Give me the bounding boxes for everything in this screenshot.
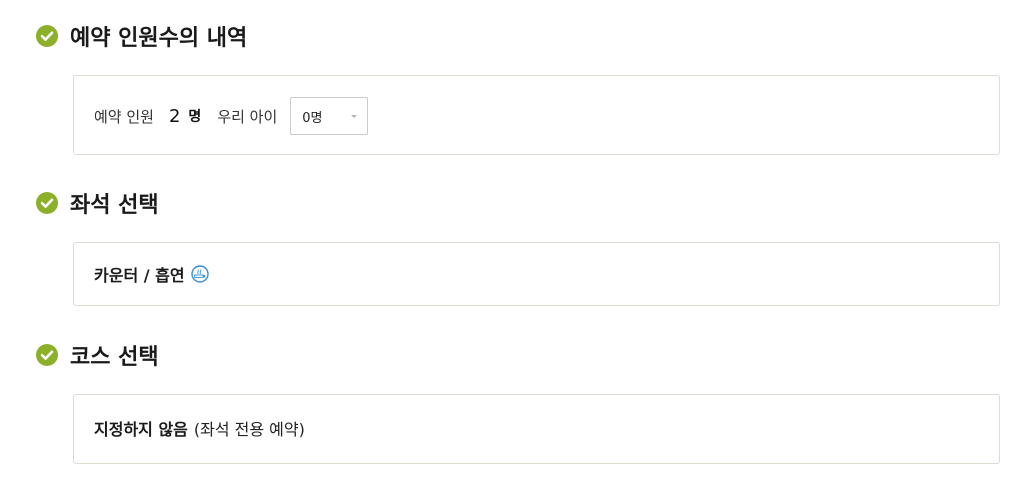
section-header-party: 예약 인원수의 내역 [36,23,248,51]
section-header-course: 코스 선택 [36,342,159,370]
people-unit: 명 [188,109,202,125]
children-label: 우리 아이 [217,107,278,126]
check-circle-icon [36,192,58,214]
course-value: 지정하지 않음 [94,420,188,439]
people-label: 예약 인원 [94,107,154,126]
party-box: 예약 인원 2 명 우리 아이 0명 [73,75,1000,155]
chevron-down-icon [351,114,358,118]
section-title-party: 예약 인원수의 내역 [70,26,248,51]
smoking-icon [190,265,209,283]
section-header-seat: 좌석 선택 [36,190,159,218]
seat-value: 카운터 / 흡연 [94,266,185,285]
children-select[interactable]: 0명 [290,97,369,135]
course-box: 지정하지 않음 (좌석 전용 예약) [73,394,1000,464]
course-note: (좌석 전용 예약) [193,420,305,439]
seat-box: 카운터 / 흡연 [73,242,1000,306]
check-circle-icon [36,344,58,366]
people-count: 2 [168,105,181,127]
check-circle-icon [36,25,58,47]
section-title-seat: 좌석 선택 [70,193,159,218]
section-title-course: 코스 선택 [70,345,159,370]
children-select-value: 0명 [302,110,323,126]
